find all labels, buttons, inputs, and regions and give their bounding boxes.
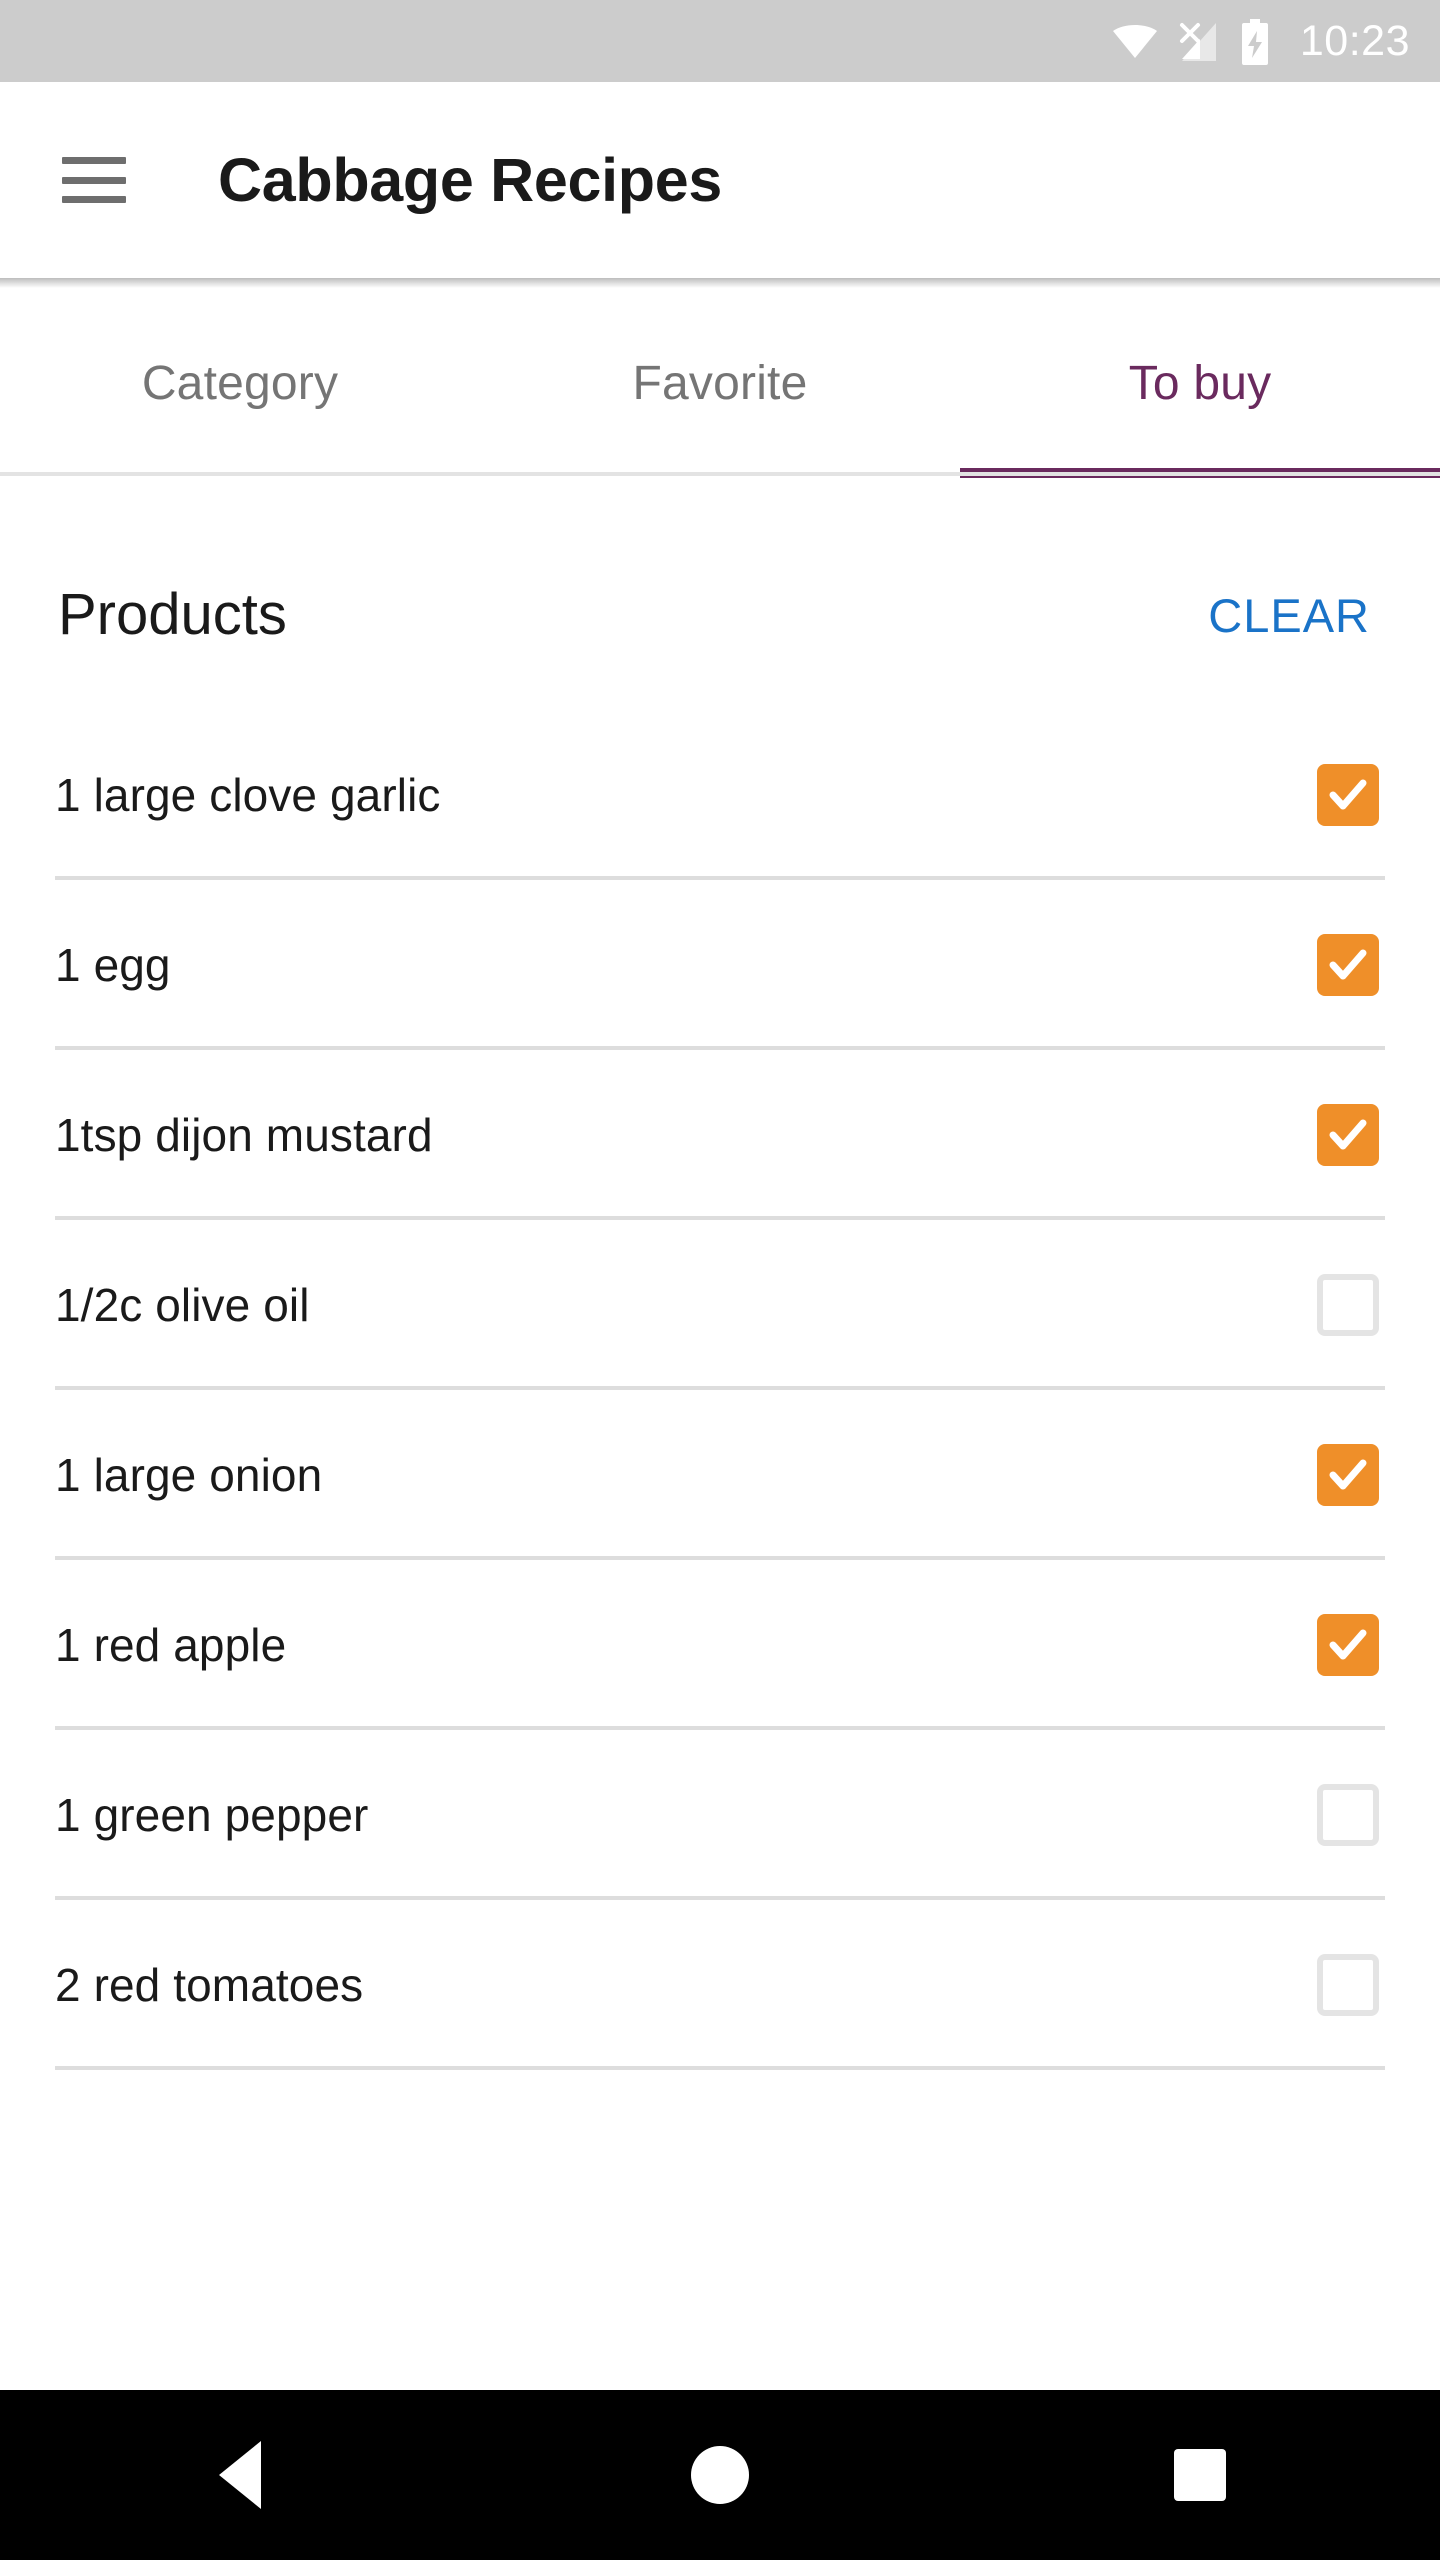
- list-item[interactable]: 1 red apple: [0, 1560, 1440, 1730]
- list-item[interactable]: 1tsp dijon mustard: [0, 1050, 1440, 1220]
- product-label: 1 large onion: [55, 1449, 323, 1501]
- tab-favorite-label: Favorite: [632, 356, 808, 410]
- product-checkbox-unchecked[interactable]: [1317, 1274, 1379, 1336]
- clear-button[interactable]: CLEAR: [1200, 582, 1378, 649]
- home-button[interactable]: [630, 2390, 810, 2560]
- list-item[interactable]: 1 large clove garlic: [0, 710, 1440, 880]
- wifi-icon: [1112, 23, 1158, 59]
- product-label: 2 red tomatoes: [55, 1959, 364, 2011]
- list-divider: [55, 2066, 1385, 2070]
- triangle-back-icon: [219, 2441, 261, 2509]
- products-header: Products CLEAR: [0, 540, 1440, 690]
- app-bar: Cabbage Recipes: [0, 82, 1440, 278]
- tab-favorite[interactable]: Favorite: [480, 288, 960, 478]
- product-checkbox-checked[interactable]: [1317, 1444, 1379, 1506]
- product-checkbox-unchecked[interactable]: [1317, 1954, 1379, 2016]
- hamburger-menu-icon[interactable]: [62, 157, 126, 203]
- product-label: 1 egg: [55, 939, 171, 991]
- page-title: Cabbage Recipes: [218, 145, 723, 214]
- battery-charging-icon: [1240, 19, 1270, 65]
- product-checkbox-checked[interactable]: [1317, 1614, 1379, 1676]
- android-navigation-bar: [0, 2390, 1440, 2560]
- tab-bar: Category Favorite To buy: [0, 288, 1440, 478]
- tab-category[interactable]: Category: [0, 288, 480, 478]
- list-item[interactable]: 1 large onion: [0, 1390, 1440, 1560]
- product-label: 1tsp dijon mustard: [55, 1109, 433, 1161]
- list-item[interactable]: 1/2c olive oil: [0, 1220, 1440, 1390]
- back-button[interactable]: [150, 2390, 330, 2560]
- tab-to-buy-label: To buy: [1128, 356, 1272, 410]
- product-checkbox-unchecked[interactable]: [1317, 1784, 1379, 1846]
- list-item[interactable]: 1 green pepper: [0, 1730, 1440, 1900]
- hamburger-bar-1: [62, 157, 126, 164]
- product-checkbox-checked[interactable]: [1317, 1104, 1379, 1166]
- cellular-no-sim-icon: [1176, 21, 1222, 61]
- list-item[interactable]: 2 red tomatoes: [0, 1900, 1440, 2070]
- list-item[interactable]: 1 egg: [0, 880, 1440, 1050]
- product-checkbox-checked[interactable]: [1317, 764, 1379, 826]
- circle-home-icon: [691, 2446, 749, 2504]
- tab-bar-divider: [0, 472, 1440, 476]
- tab-to-buy[interactable]: To buy: [960, 288, 1440, 478]
- products-list: 1 large clove garlic 1 egg 1tsp dijon mu…: [0, 710, 1440, 2070]
- product-label: 1 red apple: [55, 1619, 287, 1671]
- tab-category-label: Category: [141, 356, 339, 410]
- status-bar-icons: 10:23: [1112, 16, 1410, 65]
- app-bar-shadow: [0, 278, 1440, 288]
- hamburger-bar-3: [62, 196, 126, 203]
- recents-button[interactable]: [1110, 2390, 1290, 2560]
- product-label: 1 green pepper: [55, 1789, 369, 1841]
- device-screen: 10:23 Cabbage Recipes Category Favorite …: [0, 0, 1440, 2560]
- products-title: Products: [58, 582, 287, 647]
- product-label: 1 large clove garlic: [55, 769, 441, 821]
- status-bar: 10:23: [0, 0, 1440, 82]
- status-bar-clock: 10:23: [1299, 16, 1410, 65]
- hamburger-bar-2: [62, 176, 126, 184]
- product-label: 1/2c olive oil: [55, 1279, 310, 1331]
- square-recents-icon: [1174, 2449, 1226, 2501]
- product-checkbox-checked[interactable]: [1317, 934, 1379, 996]
